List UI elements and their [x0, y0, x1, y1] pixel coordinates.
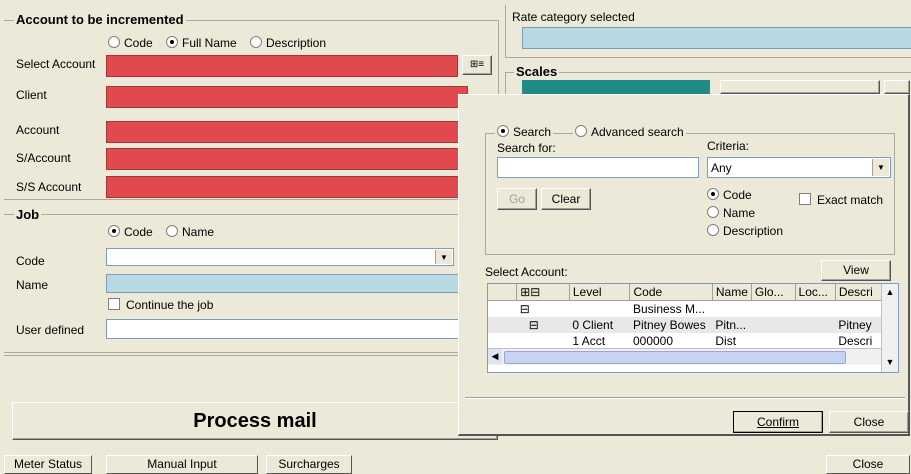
- radio-job-name[interactable]: Name: [166, 225, 214, 239]
- radio-search[interactable]: Search: [495, 125, 554, 139]
- rate-category-label: Rate category selected: [512, 10, 635, 24]
- tree-list-icon: ⊞≡: [469, 59, 485, 70]
- col-global[interactable]: Glo...: [751, 284, 796, 301]
- col-name[interactable]: Name: [712, 284, 752, 301]
- search-for-input[interactable]: [497, 157, 699, 178]
- client-label: Client: [16, 88, 47, 102]
- job-name-field: [106, 274, 466, 293]
- radio-dot-icon: [707, 188, 719, 200]
- vertical-scrollbar[interactable]: ▲ ▼: [881, 284, 898, 372]
- job-name-label: Name: [16, 278, 49, 292]
- manual-input-button[interactable]: Manual Input: [106, 455, 258, 474]
- account-field[interactable]: [106, 121, 468, 143]
- clear-button[interactable]: Clear: [541, 188, 591, 210]
- table-row[interactable]: ⊟ 0 Client Pitney Bowes Pitn... Pitney: [488, 317, 882, 333]
- view-button[interactable]: View: [821, 260, 891, 281]
- horizontal-scroll-thumb[interactable]: [504, 351, 846, 364]
- radio-dot-icon: [707, 206, 719, 218]
- select-account-field[interactable]: [106, 55, 458, 77]
- radio-advanced-search[interactable]: Advanced search: [573, 125, 686, 139]
- radio-match-code[interactable]: Code: [707, 188, 752, 202]
- surcharges-button[interactable]: Surcharges: [266, 455, 352, 474]
- go-button[interactable]: Go: [497, 188, 537, 210]
- radio-dot-icon: [166, 36, 178, 48]
- scroll-up-icon[interactable]: ▲: [882, 284, 898, 300]
- ss-account-field[interactable]: [106, 176, 468, 198]
- radio-dot-icon: [108, 36, 120, 48]
- tree-collapse-icon[interactable]: ⊟: [517, 301, 570, 318]
- scroll-left-icon[interactable]: ◀: [488, 349, 502, 364]
- user-defined-field[interactable]: [106, 319, 466, 339]
- account-tree-grid[interactable]: ⊞⊟ Level Code Name Glo... Loc... Descri …: [487, 283, 899, 373]
- radio-dot-icon: [575, 125, 587, 137]
- scales-title: Scales: [514, 64, 560, 79]
- popup-close-button[interactable]: Close: [829, 411, 909, 433]
- radio-dot-icon: [707, 224, 719, 236]
- scale-bar: [522, 80, 710, 94]
- account-label: Account: [16, 123, 60, 137]
- criteria-dropdown[interactable]: Any ▼: [707, 157, 891, 178]
- exact-match-checkbox[interactable]: Exact match: [799, 193, 883, 207]
- account-tree-button[interactable]: ⊞≡: [462, 55, 492, 75]
- ss-account-label: S/S Account: [16, 180, 82, 194]
- process-mail-button[interactable]: Process mail: [12, 402, 498, 440]
- col-local[interactable]: Loc...: [795, 284, 836, 301]
- radio-account-code[interactable]: Code: [108, 36, 153, 50]
- radio-match-name[interactable]: Name: [707, 206, 755, 220]
- radio-dot-icon: [497, 125, 509, 137]
- user-defined-label: User defined: [16, 323, 85, 337]
- account-search-popup: Search Advanced search Search for: Crite…: [458, 94, 910, 436]
- criteria-label: Criteria:: [707, 139, 750, 153]
- select-account-label: Select Account: [16, 57, 96, 71]
- job-code-label: Code: [16, 254, 45, 268]
- radio-dot-icon: [108, 225, 120, 237]
- s-account-field[interactable]: [106, 148, 468, 170]
- client-field[interactable]: [106, 86, 468, 108]
- scales-button-2[interactable]: [884, 80, 910, 94]
- table-header: ⊞⊟ Level Code Name Glo... Loc... Descri: [488, 284, 883, 301]
- radio-dot-icon: [166, 225, 178, 237]
- checkbox-icon: [799, 193, 811, 205]
- expand-collapse-icons[interactable]: ⊞⊟: [516, 284, 570, 301]
- table-row[interactable]: ⊟ Business M...: [488, 301, 882, 318]
- col-level[interactable]: Level: [569, 284, 631, 301]
- tree-collapse-icon[interactable]: ⊟: [517, 317, 570, 333]
- account-table: ⊞⊟ Level Code Name Glo... Loc... Descri …: [488, 284, 883, 349]
- col-code[interactable]: Code: [629, 284, 713, 301]
- close-button[interactable]: Close: [826, 455, 910, 474]
- checkbox-icon: [108, 298, 120, 310]
- horizontal-scrollbar[interactable]: ◀: [488, 348, 882, 365]
- scroll-down-icon[interactable]: ▼: [882, 354, 898, 370]
- account-group-title: Account to be incremented: [14, 12, 186, 27]
- meter-status-button[interactable]: Meter Status: [4, 455, 92, 474]
- chevron-down-icon[interactable]: ▼: [872, 159, 889, 176]
- job-code-dropdown[interactable]: ▼: [106, 248, 454, 266]
- rate-category-field: [522, 27, 911, 49]
- radio-account-description[interactable]: Description: [250, 36, 326, 50]
- search-for-label: Search for:: [497, 141, 556, 155]
- s-account-label: S/Account: [16, 151, 71, 165]
- scales-button[interactable]: [720, 80, 880, 94]
- col-description[interactable]: Descri: [835, 284, 883, 301]
- radio-dot-icon: [250, 36, 262, 48]
- table-row[interactable]: 1 Acct 000000 Dist Descri: [488, 333, 882, 349]
- confirm-button[interactable]: Confirm: [733, 411, 823, 433]
- popup-divider: [465, 397, 905, 399]
- radio-match-description[interactable]: Description: [707, 224, 783, 238]
- job-group-title: Job: [14, 207, 42, 222]
- continue-job-checkbox[interactable]: Continue the job: [108, 298, 213, 312]
- select-account-label: Select Account:: [485, 265, 568, 279]
- radio-account-fullname[interactable]: Full Name: [166, 36, 237, 50]
- chevron-down-icon[interactable]: ▼: [435, 250, 452, 264]
- radio-job-code[interactable]: Code: [108, 225, 153, 239]
